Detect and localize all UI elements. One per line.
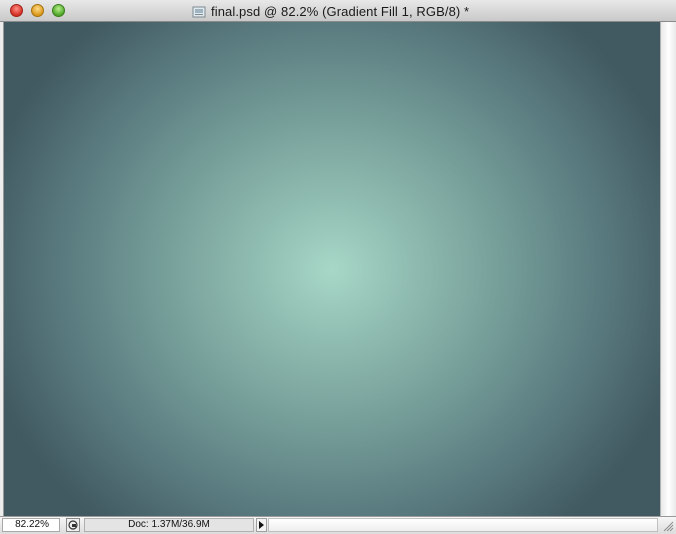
document-canvas[interactable] bbox=[4, 22, 660, 516]
status-bar: 82.22% Doc: 1.37M/36.9M bbox=[0, 516, 676, 534]
vertical-scrollbar[interactable] bbox=[660, 22, 676, 516]
play-arrow-icon[interactable] bbox=[256, 518, 267, 532]
minimize-button[interactable] bbox=[31, 4, 44, 17]
window-title-group: final.psd @ 82.2% (Gradient Fill 1, RGB/… bbox=[192, 3, 469, 19]
status-menu-icon[interactable] bbox=[66, 518, 80, 532]
photoshop-document-window: final.psd @ 82.2% (Gradient Fill 1, RGB/… bbox=[0, 0, 676, 534]
close-button[interactable] bbox=[10, 4, 23, 17]
psd-document-icon bbox=[192, 5, 206, 18]
window-title: final.psd @ 82.2% (Gradient Fill 1, RGB/… bbox=[211, 3, 470, 19]
horizontal-scrollbar[interactable] bbox=[268, 518, 658, 532]
resize-grip-icon[interactable] bbox=[660, 518, 674, 532]
zoom-level-field[interactable]: 82.22% bbox=[2, 518, 60, 532]
document-info: Doc: 1.37M/36.9M bbox=[84, 518, 254, 532]
title-bar[interactable]: final.psd @ 82.2% (Gradient Fill 1, RGB/… bbox=[0, 0, 676, 22]
zoom-button[interactable] bbox=[52, 4, 65, 17]
